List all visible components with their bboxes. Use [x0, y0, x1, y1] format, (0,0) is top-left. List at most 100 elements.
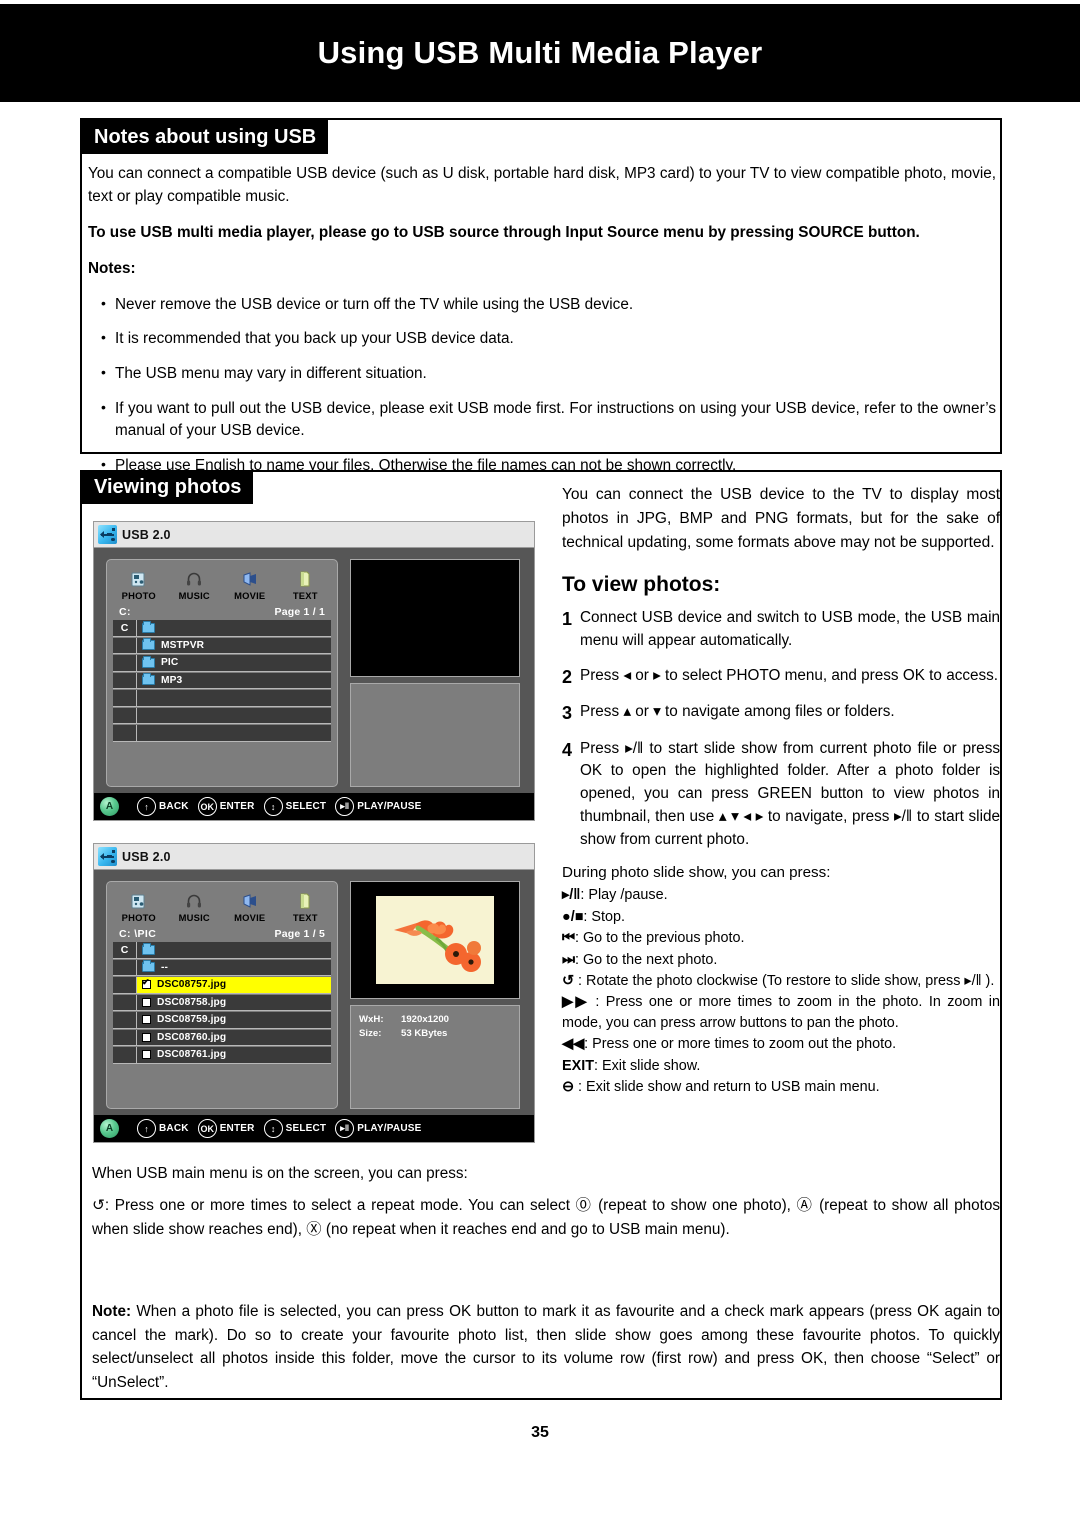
table-row[interactable]: -- — [113, 959, 331, 976]
footer-key-select[interactable]: ↕ SELECT — [263, 797, 327, 816]
tv1-info-panel — [350, 683, 520, 787]
tv2-row-main — [137, 942, 331, 958]
footer-key-back[interactable]: ↑ BACK — [137, 1119, 189, 1138]
footer-key-enter[interactable]: OK ENTER — [197, 797, 255, 816]
checkbox-icon[interactable] — [142, 997, 151, 1007]
table-row[interactable]: MSTPVR — [113, 637, 331, 654]
step-3: 3 Press ▴ or ▾ to navigate among files o… — [562, 701, 1000, 725]
step-1-number: 1 — [562, 609, 573, 630]
tab-movie[interactable]: MOVIE — [224, 891, 276, 923]
step-2-text: Press ◂ or ▸ to select PHOTO menu, and p… — [580, 666, 999, 684]
footer-key-enter[interactable]: OK ENTER — [197, 1119, 255, 1138]
key-glyph: ⊖ — [562, 1079, 575, 1096]
table-row[interactable] — [113, 725, 331, 742]
tv1-preview-area — [350, 559, 520, 677]
table-row[interactable]: C — [113, 942, 331, 959]
folder-icon — [142, 655, 155, 668]
tv1-row-name: MSTPVR — [161, 639, 205, 651]
folder-icon — [142, 638, 155, 651]
text-document-icon — [279, 891, 331, 911]
page-title: Using USB Multi Media Player — [317, 35, 763, 70]
usb-photo-browser-screenshot: USB 2.0 PHOTO MUSIC MOVIE TEXT C: \PIC P… — [93, 843, 535, 1143]
wxh-label: WxH: — [359, 1014, 384, 1025]
footer-key-select[interactable]: ↕ SELECT — [263, 1119, 327, 1138]
text-document-icon — [279, 569, 331, 589]
checkbox-checked-icon[interactable] — [142, 977, 151, 990]
tv2-row-drive — [113, 977, 137, 993]
green-button-icon[interactable]: A — [100, 797, 119, 816]
tv1-titlebar: USB 2.0 — [94, 522, 534, 548]
footer-key-playpause[interactable]: ▸‖ PLAY/PAUSE — [335, 1119, 421, 1138]
list-item: EXIT: Exit slide show. — [562, 1056, 1000, 1076]
bullet-icon: • — [101, 329, 106, 346]
bullet-icon: • — [101, 398, 106, 415]
info-row-size: Size: 53 KBytes — [359, 1027, 511, 1041]
repeat-all-icon: Ⓐ — [796, 1197, 814, 1215]
tv2-row-main: DSC08760.jpg — [137, 1030, 331, 1046]
tv2-row-name: DSC08758.jpg — [157, 996, 227, 1008]
table-row[interactable]: DSC08760.jpg — [113, 1029, 331, 1046]
tv2-path-row: C: \PIC Page 1 / 5 — [113, 927, 331, 942]
footer-key-select-label: SELECT — [285, 1123, 327, 1134]
list-item: ⊖ : Exit slide show and return to USB ma… — [562, 1077, 1000, 1097]
tv2-photo-preview — [350, 881, 520, 999]
tab-text[interactable]: TEXT — [279, 569, 331, 601]
key-desc: : Exit slide show. — [594, 1057, 701, 1074]
tv1-body: PHOTO MUSIC MOVIE TEXT C: Page 1 / 1 C M… — [94, 548, 534, 793]
key-desc: : Go to the previous photo. — [574, 930, 745, 947]
step-3-text: Press ▴ or ▾ to navigate among files or … — [580, 703, 895, 721]
key-desc: : Go to the next photo. — [574, 951, 718, 968]
list-item: ↺ : Rotate the photo clockwise (To resto… — [562, 971, 1000, 991]
table-row[interactable]: DSC08758.jpg — [113, 994, 331, 1011]
note-paragraph: Note: When a photo file is selected, you… — [92, 1300, 1000, 1395]
table-row[interactable]: DSC08761.jpg — [113, 1047, 331, 1064]
folder-icon — [142, 960, 155, 973]
notes-label: Notes: — [88, 259, 136, 277]
table-row[interactable] — [113, 707, 331, 724]
tv1-row-main: PIC — [137, 655, 331, 671]
repeat-mode-mid: (repeat to show one photo), — [592, 1197, 797, 1215]
step-2: 2 Press ◂ or ▸ to select PHOTO menu, and… — [562, 665, 1000, 689]
repeat-none-icon: Ⓧ — [306, 1220, 322, 1238]
favourite-note-paragraph: Note: When a photo file is selected, you… — [92, 1300, 1000, 1395]
table-row[interactable]: DSC08757.jpg — [113, 977, 331, 994]
tab-movie-label: MOVIE — [234, 590, 266, 601]
table-row[interactable]: MP3 — [113, 672, 331, 689]
checkbox-icon[interactable] — [142, 1050, 151, 1060]
key-desc: : Play /pause. — [580, 887, 668, 904]
tab-photo[interactable]: PHOTO — [113, 891, 165, 923]
list-item: ▸/‖: Play /pause. — [562, 885, 1000, 905]
movie-icon — [224, 891, 276, 911]
tab-movie[interactable]: MOVIE — [224, 569, 276, 601]
checkbox-icon[interactable] — [142, 1015, 151, 1025]
note-body: When a photo file is selected, you can p… — [92, 1303, 1000, 1392]
footer-key-enter-label: ENTER — [219, 801, 255, 812]
tv1-page-indicator: Page 1 / 1 — [274, 606, 325, 618]
key-glyph: ⏭ — [562, 951, 575, 968]
list-item: • The USB menu may vary in different situ… — [88, 363, 996, 386]
footer-key-enter-label: ENTER — [219, 1123, 255, 1134]
list-item: • If you want to pull out the USB device,… — [88, 398, 996, 443]
tab-photo[interactable]: PHOTO — [113, 569, 165, 601]
step-4-number: 4 — [562, 739, 573, 760]
footer-key-playpause[interactable]: ▸‖ PLAY/PAUSE — [335, 797, 421, 816]
tab-music[interactable]: MUSIC — [168, 569, 220, 601]
table-row[interactable]: DSC08759.jpg — [113, 1012, 331, 1029]
tab-text[interactable]: TEXT — [279, 891, 331, 923]
tv2-footer-bar: A ↑ BACK OK ENTER ↕ SELECT ▸‖ PLAY/PAUSE — [94, 1115, 534, 1142]
checkbox-icon[interactable] — [142, 1032, 151, 1042]
tv2-row-name: -- — [161, 961, 168, 973]
table-row[interactable] — [113, 690, 331, 707]
green-button-icon[interactable]: A — [100, 1119, 119, 1138]
tv2-row-drive — [113, 1012, 137, 1028]
repeat-mode-pre: ↺: Press one or more times to select a r… — [92, 1197, 576, 1215]
tv2-row-drive — [113, 959, 137, 975]
table-row[interactable]: PIC — [113, 655, 331, 672]
table-row[interactable]: C — [113, 620, 331, 637]
usb-main-menu-screenshot: USB 2.0 PHOTO MUSIC MOVIE TEXT C: Page 1… — [93, 521, 535, 821]
notes-bullet-text: Never remove the USB device or turn off … — [115, 295, 634, 313]
tv2-body: PHOTO MUSIC MOVIE TEXT C: \PIC Page 1 / … — [94, 870, 534, 1115]
footer-key-back[interactable]: ↑ BACK — [137, 797, 189, 816]
tab-music[interactable]: MUSIC — [168, 891, 220, 923]
key-desc: : Stop. — [583, 908, 625, 925]
